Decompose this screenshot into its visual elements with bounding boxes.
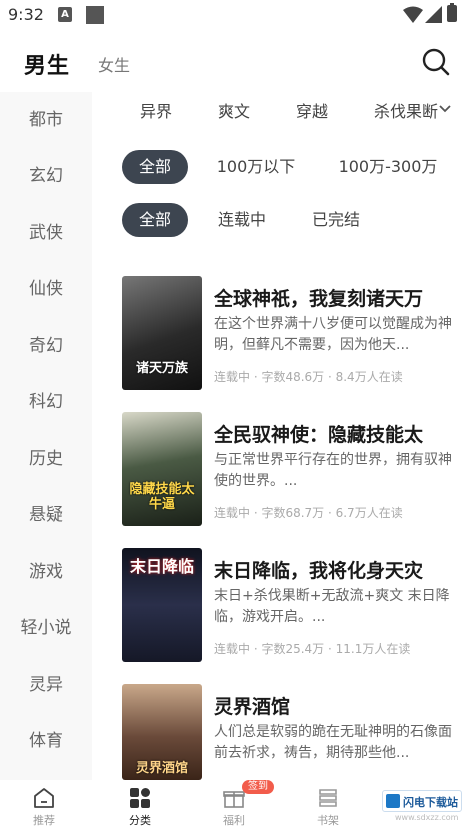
bookshelf-icon	[319, 789, 337, 807]
sidebar-item-xuanhuan[interactable]: 玄幻	[0, 156, 92, 196]
book-title: 全民驭神使：隐藏技能太	[214, 424, 424, 446]
watermark-icon	[386, 794, 400, 808]
book-desc: 在这个世界满十八岁便可以觉醒成为神明，但藓凡不需要，因为他天...	[214, 316, 452, 353]
book-cover: 隐藏技能太牛逼	[122, 412, 202, 526]
nav-label: 福利	[223, 814, 245, 827]
tab-female[interactable]: 女生	[98, 52, 130, 76]
status-time: 9:32	[8, 5, 44, 24]
book-item[interactable]: 末日降临 末日降临，我将化身天灾 末日+杀伐果断+无敌流+爽文 末日降临，游戏开…	[122, 548, 462, 668]
tag-shafaguoduan[interactable]: 杀伐果断	[374, 98, 438, 122]
sidebar-item-xianxia[interactable]: 仙侠	[0, 269, 92, 309]
status-bar: 9:32 A	[0, 0, 469, 30]
checkin-badge: 签到	[242, 780, 274, 794]
sidebar-item-wuxia[interactable]: 武侠	[0, 213, 92, 253]
cover-title: 末日降临	[129, 557, 194, 576]
book-meta: 连载中 · 字数68.7万 · 6.7万人在读	[214, 506, 403, 520]
nav-label: 书架	[317, 814, 339, 827]
book-desc: 末日+杀伐果断+无敌流+爽文 末日降临，游戏开启。...	[214, 588, 450, 625]
book-desc: 与正常世界平行存在的世界，拥有驭神使的世界。...	[214, 452, 452, 489]
signal-icon	[425, 6, 442, 23]
sidebar-item-kehuan[interactable]: 科幻	[0, 382, 92, 422]
book-meta: 连载中 · 字数48.6万 · 8.4万人在读	[214, 370, 403, 384]
filter-scope-all[interactable]: 全部	[122, 150, 188, 184]
a-icon: A	[58, 7, 72, 22]
filter-status-serializing[interactable]: 连载中	[206, 203, 278, 237]
book-cover: 诸天万族	[122, 276, 202, 390]
category-icon	[130, 788, 150, 808]
book-item[interactable]: 诸天万族 全球神祇，我复刻诸天万 在这个世界满十八岁便可以觉醒成为神明，但藓凡不…	[122, 276, 462, 396]
wifi-icon	[403, 6, 423, 23]
battery-icon	[447, 3, 457, 22]
book-meta: 连载中 · 字数25.4万 · 11.1万人在读	[214, 642, 411, 656]
watermark-text: 闪电下载站	[403, 796, 458, 809]
home-icon	[34, 788, 54, 808]
nav-label: 分类	[129, 814, 151, 827]
book-cover: 末日降临	[122, 548, 202, 662]
nav-recommend[interactable]: 推荐	[14, 786, 74, 828]
watermark-logo: 闪电下载站	[382, 790, 462, 812]
filter-status-all[interactable]: 全部	[122, 203, 188, 237]
sidebar-item-qingxiaoshuo[interactable]: 轻小说	[0, 608, 92, 648]
nav-bookshelf[interactable]: 书架	[298, 786, 358, 828]
tag-chuanyue[interactable]: 穿越	[296, 98, 328, 122]
chevron-down-icon[interactable]	[438, 104, 452, 114]
category-sidebar: 都市 玄幻 武侠 仙侠 奇幻 科幻 历史 悬疑 游戏 轻小说 灵异 体育	[0, 92, 92, 780]
notification-icon	[86, 6, 104, 24]
header: 男生 女生	[0, 36, 469, 92]
book-title: 末日降临，我将化身天灾	[214, 560, 424, 582]
book-item[interactable]: 隐藏技能太牛逼 全民驭神使：隐藏技能太 与正常世界平行存在的世界，拥有驭神使的世…	[122, 412, 462, 532]
cover-title: 灵界酒馆	[135, 760, 188, 776]
tag-yijie[interactable]: 异界	[140, 98, 172, 122]
nav-category[interactable]: 分类	[110, 786, 170, 828]
sidebar-item-lishi[interactable]: 历史	[0, 439, 92, 479]
filter-scope-under-1m[interactable]: 100万以下	[206, 150, 306, 184]
sidebar-item-xuanyi[interactable]: 悬疑	[0, 495, 92, 535]
search-icon[interactable]	[420, 46, 452, 78]
sidebar-item-qihuan[interactable]: 奇幻	[0, 326, 92, 366]
nav-label: 推荐	[33, 814, 55, 827]
cover-title: 隐藏技能太牛逼	[129, 482, 195, 512]
tag-shuangwen[interactable]: 爽文	[218, 98, 250, 122]
sidebar-item-tiyu[interactable]: 体育	[0, 721, 92, 761]
sidebar-item-youxi[interactable]: 游戏	[0, 552, 92, 592]
sidebar-item-lingyi[interactable]: 灵异	[0, 665, 92, 705]
filter-status-completed[interactable]: 已完结	[300, 203, 372, 237]
book-cover: 灵界酒馆	[122, 684, 202, 780]
tab-male[interactable]: 男生	[24, 48, 70, 80]
sidebar-item-dushi[interactable]: 都市	[0, 100, 92, 140]
filter-scope-1m-3m[interactable]: 100万-300万	[330, 150, 446, 184]
book-title: 灵界酒馆	[214, 696, 291, 718]
subcategory-tags: 异界 爽文 穿越 杀伐果断	[118, 92, 469, 128]
book-desc: 人们总是软弱的跪在无耻神明的石像面前去祈求，祷告，期待那些他...	[214, 724, 452, 761]
watermark-url: www.sdxzz.com	[395, 813, 459, 822]
cover-title: 诸天万族	[135, 360, 188, 376]
book-title: 全球神祇，我复刻诸天万	[214, 288, 424, 310]
